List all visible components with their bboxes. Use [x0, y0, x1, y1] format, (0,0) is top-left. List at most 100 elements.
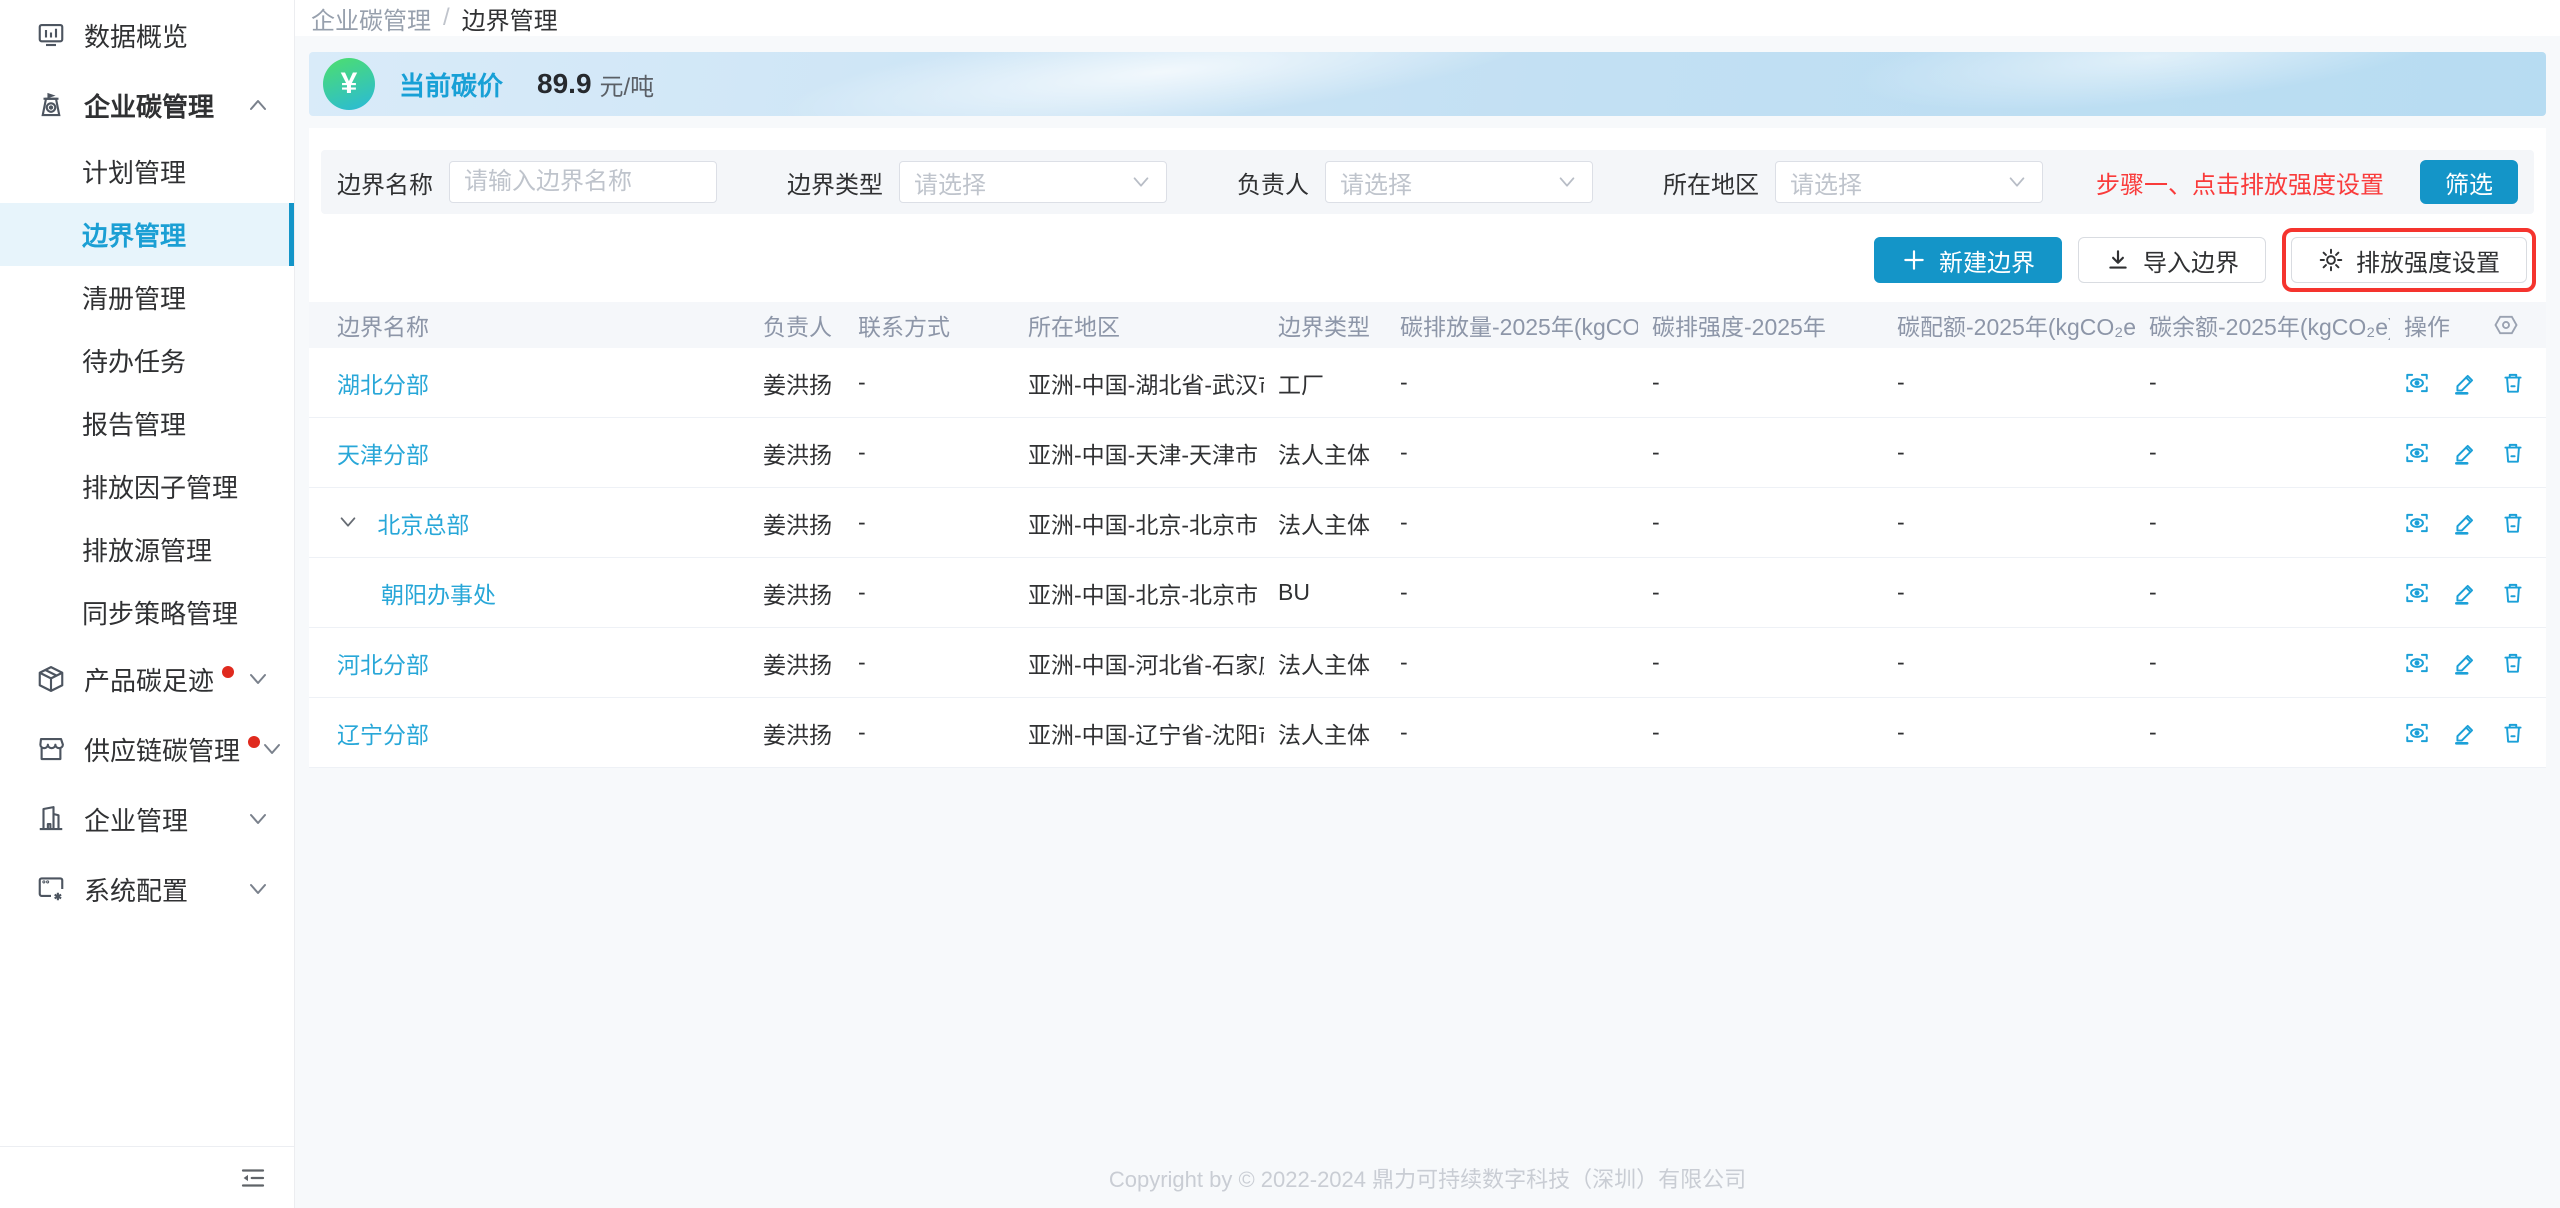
edit-icon[interactable] [2452, 440, 2478, 466]
sidebar-item-data-overview[interactable]: 数据概览 [0, 0, 294, 70]
filter-boundary-type: 边界类型 请选择 [787, 161, 1167, 203]
sidebar-item-enterprise-management[interactable]: 企业管理 [0, 784, 294, 854]
breadcrumb-parent[interactable]: 企业碳管理 [311, 1, 431, 36]
ops-cell [2390, 580, 2546, 606]
sidebar-item-system-config[interactable]: 系统配置 [0, 854, 294, 924]
sidebar-item-sync-strategy-management[interactable]: 同步策略管理 [0, 581, 294, 644]
emission-cell: - [1386, 369, 1638, 396]
boundary-name-input[interactable] [449, 161, 717, 203]
boundary-type-select[interactable]: 请选择 [899, 161, 1167, 203]
quota-cell: - [1883, 579, 2135, 606]
col-header-region: 所在地区 [1014, 308, 1264, 342]
boundary-name-link[interactable]: 河北分部 [337, 652, 429, 678]
filter-bar: 边界名称 边界类型 请选择 负责人 请选择 [321, 150, 2534, 214]
filter-label: 负责人 [1237, 165, 1309, 200]
delete-icon[interactable] [2500, 370, 2526, 396]
filter-owner: 负责人 请选择 [1237, 161, 1593, 203]
edit-icon[interactable] [2452, 650, 2478, 676]
col-header-quota: 碳配额-2025年(kgCO₂e) [1883, 308, 2135, 342]
region-cell: 亚洲-中国-河北省-石家庄市 [1014, 646, 1264, 680]
sidebar-item-boundary-management[interactable]: 边界管理 [0, 203, 294, 266]
filter-boundary-name: 边界名称 [337, 161, 717, 203]
sidebar-item-product-carbon-footprint[interactable]: 产品碳足迹 [0, 644, 294, 714]
delete-icon[interactable] [2500, 440, 2526, 466]
view-icon[interactable] [2404, 510, 2430, 536]
delete-icon[interactable] [2500, 580, 2526, 606]
table-row: 辽宁分部 姜洪扬 - 亚洲-中国-辽宁省-沈阳市 法人主体 - - - - [309, 698, 2546, 768]
filter-button[interactable]: 筛选 [2420, 160, 2518, 204]
sidebar-item-emission-factor-management[interactable]: 排放因子管理 [0, 455, 294, 518]
step-annotation: 步骤一、点击排放强度设置 [2096, 165, 2384, 200]
copyright-footer: Copyright by © 2022-2024 鼎力可持续数字科技（深圳）有限… [295, 1162, 2560, 1194]
system-config-icon [36, 874, 66, 904]
quota-cell: - [1883, 369, 2135, 396]
package-icon [36, 664, 66, 694]
edit-icon[interactable] [2452, 720, 2478, 746]
column-settings-icon[interactable] [2492, 311, 2520, 339]
quota-cell: - [1883, 719, 2135, 746]
sidebar-item-supply-chain-carbon[interactable]: 供应链碳管理 [0, 714, 294, 784]
notification-dot [222, 666, 234, 678]
emission-cell: - [1386, 719, 1638, 746]
boundary-name-link[interactable]: 天津分部 [337, 442, 429, 468]
quota-cell: - [1883, 509, 2135, 536]
sidebar-item-report-management[interactable]: 报告管理 [0, 392, 294, 455]
sidebar-item-emission-source-management[interactable]: 排放源管理 [0, 518, 294, 581]
emission-intensity-settings-button[interactable]: 排放强度设置 [2291, 237, 2527, 283]
view-icon[interactable] [2404, 650, 2430, 676]
collapse-sidebar-icon[interactable] [238, 1163, 268, 1193]
breadcrumb: 企业碳管理 / 边界管理 [295, 0, 2560, 36]
carbon-price-value: 89.9 [537, 68, 592, 100]
delete-icon[interactable] [2500, 650, 2526, 676]
sidebar-item-inventory-management[interactable]: 清册管理 [0, 266, 294, 329]
view-icon[interactable] [2404, 440, 2430, 466]
col-header-type: 边界类型 [1264, 308, 1386, 342]
delete-icon[interactable] [2500, 720, 2526, 746]
region-cell: 亚洲-中国-辽宁省-沈阳市 [1014, 716, 1264, 750]
content-card: 边界名称 边界类型 请选择 负责人 请选择 [309, 128, 2546, 768]
ops-cell [2390, 650, 2546, 676]
boundary-name-cell: 北京总部 [309, 506, 749, 540]
boundary-name-link[interactable]: 辽宁分部 [337, 722, 429, 748]
emission-cell: - [1386, 509, 1638, 536]
sidebar-item-todo-tasks[interactable]: 待办任务 [0, 329, 294, 392]
import-boundary-button[interactable]: 导入边界 [2078, 237, 2266, 283]
view-icon[interactable] [2404, 370, 2430, 396]
boundary-name-cell: 天津分部 [309, 436, 749, 470]
sidebar: 数据概览 企业碳管理 计划管理 边界管理 清册管理 待办任务 报告管理 排放因子… [0, 0, 295, 1208]
balance-cell: - [2135, 439, 2390, 466]
owner-select[interactable]: 请选择 [1325, 161, 1593, 203]
delete-icon[interactable] [2500, 510, 2526, 536]
col-header-name: 边界名称 [309, 308, 749, 342]
boundary-name-link[interactable]: 湖北分部 [337, 372, 429, 398]
view-icon[interactable] [2404, 720, 2430, 746]
edit-icon[interactable] [2452, 510, 2478, 536]
view-icon[interactable] [2404, 580, 2430, 606]
sidebar-item-plan-management[interactable]: 计划管理 [0, 140, 294, 203]
region-select[interactable]: 请选择 [1775, 161, 2043, 203]
edit-icon[interactable] [2452, 370, 2478, 396]
type-cell: BU [1264, 579, 1386, 606]
boundary-name-link[interactable]: 北京总部 [377, 512, 469, 538]
intensity-cell: - [1638, 649, 1883, 676]
chevron-down-icon [1130, 171, 1152, 193]
contact-cell: - [844, 649, 1014, 676]
main-content: 企业碳管理 / 边界管理 ¥ 当前碳价 89.9 元/吨 边界名称 边界类型 请… [295, 0, 2560, 1208]
create-boundary-button[interactable]: 新建边界 [1874, 237, 2062, 283]
yuan-coin-icon: ¥ [323, 58, 375, 110]
store-icon [36, 734, 66, 764]
sidebar-item-label: 系统配置 [84, 871, 246, 908]
edit-icon[interactable] [2452, 580, 2478, 606]
app-root: 数据概览 企业碳管理 计划管理 边界管理 清册管理 待办任务 报告管理 排放因子… [0, 0, 2560, 1208]
boundary-name-cell: 湖北分部 [309, 366, 749, 400]
expand-caret-icon[interactable] [337, 511, 359, 533]
boundary-name-link[interactable]: 朝阳办事处 [381, 582, 496, 608]
table-row: 北京总部 姜洪扬 - 亚洲-中国-北京-北京市 法人主体 - - - - [309, 488, 2546, 558]
sidebar-item-enterprise-carbon[interactable]: 企业碳管理 [0, 70, 294, 140]
chevron-down-icon [246, 877, 270, 901]
filter-label: 边界名称 [337, 165, 433, 200]
intensity-cell: - [1638, 719, 1883, 746]
emission-cell: - [1386, 579, 1638, 606]
sidebar-item-label: 企业碳管理 [84, 87, 246, 124]
emission-cell: - [1386, 649, 1638, 676]
